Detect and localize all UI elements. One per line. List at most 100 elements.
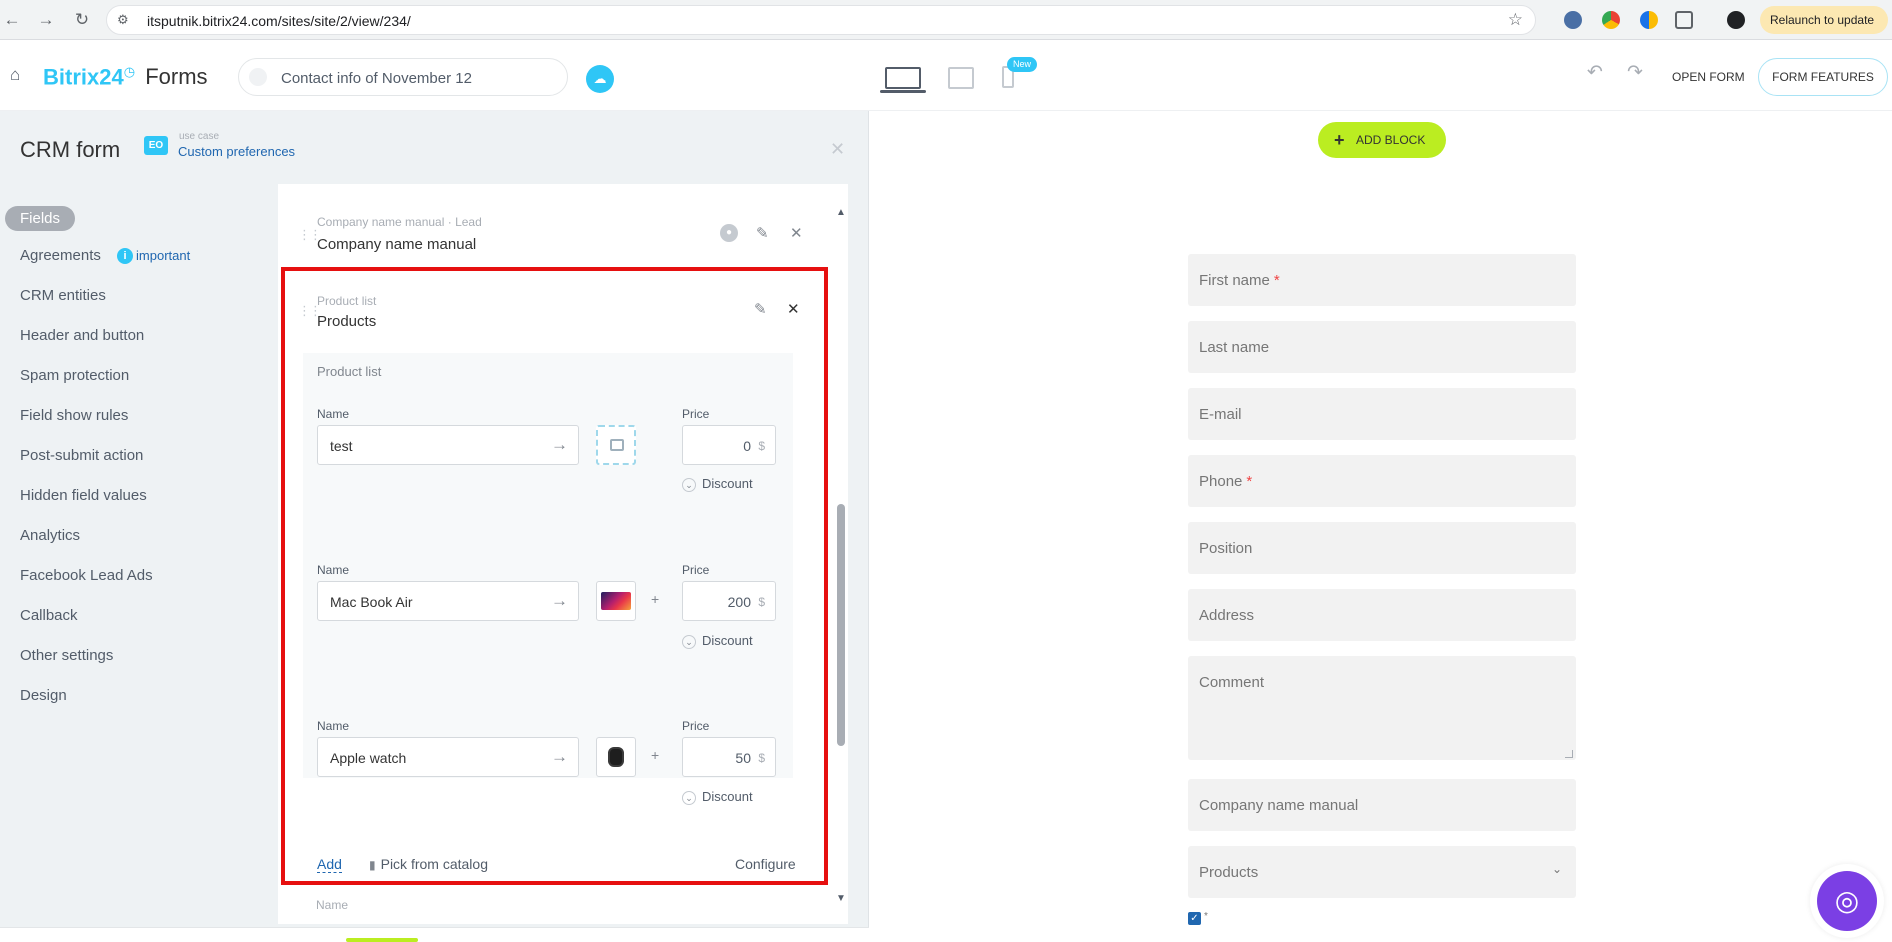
- add-block-button[interactable]: + ADD BLOCK: [1318, 122, 1446, 158]
- undo-icon[interactable]: ↶: [1587, 61, 1603, 84]
- nav-callback[interactable]: Callback: [20, 607, 78, 624]
- redo-icon[interactable]: ↷: [1627, 61, 1643, 84]
- product-name-label: Name: [317, 719, 350, 733]
- arrow-right-icon[interactable]: →: [551, 435, 568, 455]
- products-field-block[interactable]: ⋮⋮ Product list Products ✎ ✕ Product lis…: [281, 267, 828, 885]
- nav-header-and-button[interactable]: Header and button: [20, 327, 144, 344]
- close-icon[interactable]: ✕: [787, 300, 800, 318]
- pick-from-catalog-link[interactable]: ▮ Pick from catalog: [369, 856, 488, 872]
- product-price-input[interactable]: 50 $: [682, 737, 776, 777]
- product-price-value: 200: [727, 594, 751, 610]
- product-list-editor: [303, 353, 793, 778]
- preview-last-name-field[interactable]: Last name: [1188, 321, 1576, 373]
- important-badge[interactable]: i important: [117, 248, 190, 264]
- scroll-down-icon[interactable]: ▼: [836, 893, 846, 904]
- scroll-up-icon[interactable]: ▲: [836, 207, 846, 218]
- discount-toggle[interactable]: ⌄ Discount: [682, 789, 753, 805]
- product-name-input[interactable]: test →: [317, 425, 579, 465]
- extension-icon[interactable]: [1640, 11, 1658, 29]
- close-icon[interactable]: ✕: [830, 139, 845, 160]
- add-product-link[interactable]: Add: [317, 856, 342, 873]
- plus-icon[interactable]: +: [651, 747, 659, 763]
- relaunch-button[interactable]: Relaunch to update ⋮: [1760, 6, 1888, 55]
- reload-icon[interactable]: ↻: [70, 8, 94, 32]
- nav-agreements[interactable]: Agreements i important: [20, 247, 190, 264]
- product-name-value: test: [330, 438, 353, 454]
- nav-post-submit-action[interactable]: Post-submit action: [20, 447, 143, 464]
- preview-phone-field[interactable]: Phone *: [1188, 455, 1576, 507]
- nav-field-show-rules[interactable]: Field show rules: [20, 407, 128, 424]
- nav-facebook-lead-ads[interactable]: Facebook Lead Ads: [20, 567, 153, 584]
- browser-toolbar: ← → ↻ ⚙ itsputnik.bitrix24.com/sites/sit…: [0, 0, 1892, 55]
- scrollbar-thumb[interactable]: [837, 504, 845, 746]
- user-icon[interactable]: ●: [720, 224, 738, 242]
- puzzle-icon[interactable]: [1675, 11, 1693, 29]
- nav-crm-entities[interactable]: CRM entities: [20, 287, 106, 304]
- preview-company-name-field[interactable]: Company name manual: [1188, 779, 1576, 831]
- site-settings-icon[interactable]: ⚙: [117, 12, 129, 28]
- form-features-button[interactable]: FORM FEATURES: [1758, 58, 1888, 96]
- arrow-right-icon[interactable]: →: [551, 747, 568, 767]
- new-badge: New: [1007, 57, 1038, 72]
- preview-first-name-field[interactable]: First name *: [1188, 254, 1576, 306]
- extension-icon[interactable]: [1564, 11, 1582, 29]
- open-form-button[interactable]: OPEN FORM: [1672, 70, 1745, 84]
- clock-icon: ◷: [123, 64, 136, 79]
- product-name-label: Name: [317, 563, 350, 577]
- discount-label: Discount: [702, 476, 753, 491]
- field-label-text: First name: [1199, 272, 1270, 289]
- preview-comment-field[interactable]: Comment: [1188, 656, 1576, 760]
- agreement-checkbox[interactable]: ✓: [1188, 912, 1201, 925]
- profile-avatar[interactable]: [1727, 11, 1745, 29]
- cloud-icon[interactable]: ☁: [586, 65, 614, 93]
- arrow-right-icon[interactable]: →: [551, 591, 568, 611]
- address-bar[interactable]: ⚙ itsputnik.bitrix24.com/sites/site/2/vi…: [106, 5, 1536, 35]
- resize-handle-icon[interactable]: [1565, 750, 1573, 758]
- logo[interactable]: Bitrix24◷ Forms: [43, 64, 208, 90]
- form-name-field[interactable]: Contact info of November 12: [238, 58, 568, 96]
- product-price-label: Price: [682, 563, 710, 577]
- configure-link[interactable]: Configure: [735, 856, 796, 872]
- product-price-input[interactable]: 200 $: [682, 581, 776, 621]
- panel-footer: [0, 927, 869, 942]
- nav-analytics[interactable]: Analytics: [20, 527, 80, 544]
- assistant-button[interactable]: ◎: [1810, 864, 1884, 938]
- product-image-upload[interactable]: [596, 425, 636, 465]
- preview-address-field[interactable]: Address: [1188, 589, 1576, 641]
- pencil-icon[interactable]: ✎: [754, 300, 767, 318]
- discount-toggle[interactable]: ⌄ Discount: [682, 633, 753, 649]
- close-icon[interactable]: ✕: [790, 224, 803, 242]
- product-name-input[interactable]: Mac Book Air →: [317, 581, 579, 621]
- chevron-down-icon: ⌄: [1551, 862, 1562, 876]
- preview-email-field[interactable]: E-mail: [1188, 388, 1576, 440]
- logo-brand: Bitrix24: [43, 64, 124, 90]
- nav-other-settings[interactable]: Other settings: [20, 647, 113, 664]
- nav-spam-protection[interactable]: Spam protection: [20, 367, 129, 384]
- preview-products-select[interactable]: Products ⌄: [1188, 846, 1576, 898]
- product-image[interactable]: [596, 737, 636, 777]
- home-icon[interactable]: ⌂: [10, 65, 20, 85]
- forward-icon[interactable]: →: [34, 8, 58, 32]
- preview-position-field[interactable]: Position: [1188, 522, 1576, 574]
- bookmark-star-icon[interactable]: ☆: [1508, 10, 1523, 30]
- use-case-link[interactable]: Custom preferences: [178, 144, 295, 159]
- required-mark: *: [1246, 473, 1253, 490]
- desktop-preview-icon[interactable]: [885, 67, 921, 89]
- discount-toggle[interactable]: ⌄ Discount: [682, 476, 753, 492]
- plus-icon[interactable]: +: [651, 591, 659, 607]
- tablet-preview-icon[interactable]: [948, 67, 974, 89]
- product-image[interactable]: [596, 581, 636, 621]
- nav-hidden-field-values[interactable]: Hidden field values: [20, 487, 147, 504]
- product-name-input[interactable]: Apple watch →: [317, 737, 579, 777]
- nav-fields[interactable]: Fields: [5, 206, 76, 231]
- chrome-extension-icon[interactable]: [1602, 11, 1620, 29]
- pencil-icon[interactable]: ✎: [756, 224, 769, 242]
- nav-design[interactable]: Design: [20, 687, 67, 704]
- back-icon[interactable]: ←: [0, 8, 24, 32]
- field-label: E-mail: [1199, 406, 1242, 423]
- save-button[interactable]: [346, 938, 418, 942]
- nav-agreements-label: Agreements: [20, 247, 101, 264]
- currency-symbol: $: [758, 439, 765, 453]
- url-text[interactable]: itsputnik.bitrix24.com/sites/site/2/view…: [147, 13, 411, 29]
- product-price-input[interactable]: 0 $: [682, 425, 776, 465]
